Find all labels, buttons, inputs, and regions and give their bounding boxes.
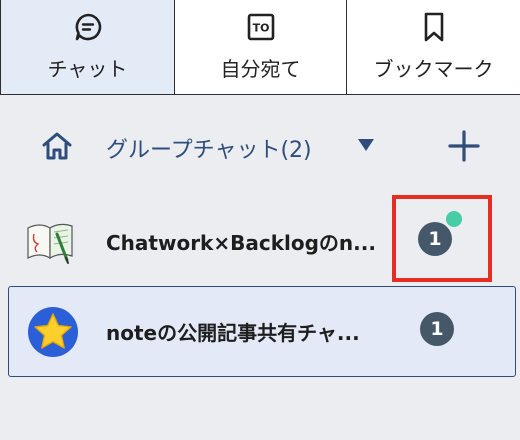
to-icon: TO (246, 11, 276, 43)
tab-bookmark[interactable]: ブックマーク (347, 0, 520, 95)
room-item-selected[interactable]: noteの公開記事共有チャ... 1 (0, 286, 520, 378)
tab-chat-label: チャット (47, 57, 128, 81)
tab-to-me-label: 自分宛て (220, 57, 301, 81)
caret-down-icon[interactable] (357, 137, 375, 151)
bookmark-icon (419, 11, 449, 43)
room-name: noteの公開記事共有チャ... (106, 321, 360, 345)
tab-bookmark-label: ブックマーク (373, 57, 494, 81)
notebook-icon (24, 214, 76, 266)
room-name: Chatwork×Backlogのn... (106, 231, 376, 255)
group-header: グループチャット(2) (0, 122, 520, 168)
star-icon (27, 306, 79, 358)
chat-bubble-icon (73, 11, 103, 43)
tab-bar: チャット TO 自分宛て ブックマーク (0, 0, 520, 95)
highlight-box (392, 195, 492, 282)
plus-icon[interactable] (446, 128, 482, 164)
tab-chat[interactable]: チャット (0, 0, 175, 95)
to-icon-text: TO (252, 22, 269, 35)
group-filter-title[interactable]: グループチャット(2) (106, 132, 312, 164)
tab-to-me[interactable]: TO 自分宛て (175, 0, 347, 95)
home-icon[interactable] (40, 130, 74, 162)
unread-badge: 1 (420, 312, 454, 346)
